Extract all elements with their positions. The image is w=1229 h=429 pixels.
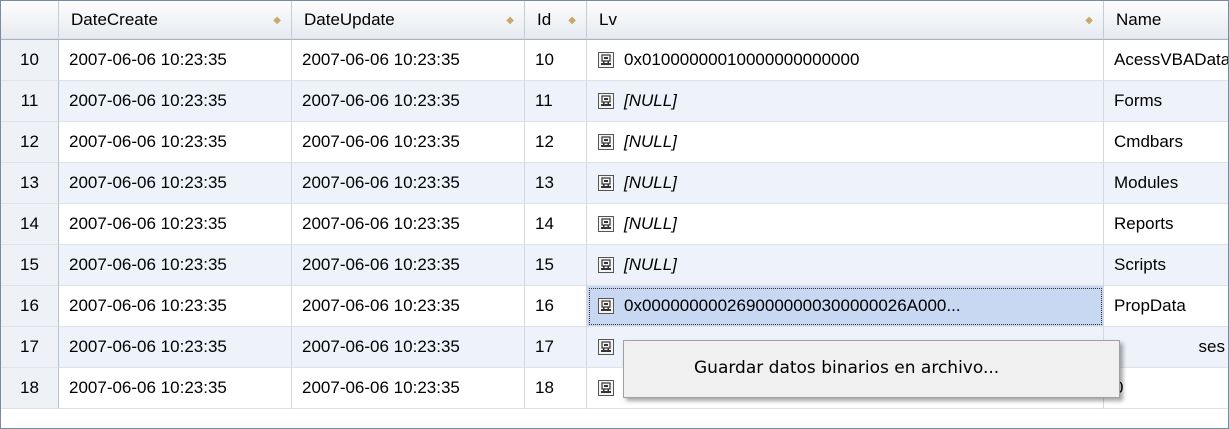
cell-name[interactable]: Scripts bbox=[1104, 245, 1228, 286]
cell-name[interactable]: Modules bbox=[1104, 163, 1228, 204]
column-header-label: Lv bbox=[599, 9, 617, 29]
cell-lv[interactable]: [NULL] bbox=[587, 245, 1104, 286]
sort-dot-icon: ◆ bbox=[506, 15, 514, 26]
cell-id[interactable]: 11 bbox=[525, 81, 587, 122]
cell-lv[interactable]: [NULL] bbox=[587, 81, 1104, 122]
cell-dateupdate[interactable]: 2007-06-06 10:23:35 bbox=[292, 368, 525, 409]
column-header-lv[interactable]: Lv ◆ bbox=[587, 1, 1104, 39]
row-number[interactable]: 10 bbox=[1, 40, 59, 81]
cell-lv[interactable]: [NULL] bbox=[587, 204, 1104, 245]
column-header-label: DateUpdate bbox=[304, 9, 395, 29]
binary-data-icon bbox=[598, 175, 614, 191]
cell-id[interactable]: 15 bbox=[525, 245, 587, 286]
cell-id[interactable]: 17 bbox=[525, 327, 587, 368]
sort-dot-icon: ◆ bbox=[273, 15, 281, 26]
cell-lv-value: 0x0000000002690000000300000026A000... bbox=[624, 296, 961, 315]
column-header-dateupdate[interactable]: DateUpdate ◆ bbox=[292, 1, 525, 39]
column-header-label: Name bbox=[1116, 9, 1162, 29]
sort-dot-icon: ◆ bbox=[568, 15, 576, 26]
header-row: DateCreate ◆ DateUpdate ◆ Id ◆ Lv ◆ Name bbox=[1, 1, 1228, 40]
cell-name[interactable]: Forms bbox=[1104, 81, 1228, 122]
cell-id[interactable]: 18 bbox=[525, 368, 587, 409]
cell-dateupdate[interactable]: 2007-06-06 10:23:35 bbox=[292, 163, 525, 204]
column-header-datecreate[interactable]: DateCreate ◆ bbox=[59, 1, 292, 39]
table-row[interactable]: 11 2007-06-06 10:23:35 2007-06-06 10:23:35… bbox=[1, 81, 1228, 122]
row-number[interactable]: 12 bbox=[1, 122, 59, 163]
cell-id[interactable]: 10 bbox=[525, 40, 587, 81]
binary-data-icon bbox=[598, 52, 614, 68]
table-row[interactable]: 12 2007-06-06 10:23:35 2007-06-06 10:23:35… bbox=[1, 122, 1228, 163]
binary-data-icon bbox=[598, 216, 614, 232]
cell-name[interactable]: PropData bbox=[1104, 286, 1228, 327]
binary-data-icon bbox=[598, 134, 614, 150]
binary-data-icon bbox=[598, 339, 614, 355]
context-menu: Guardar datos binarios en archivo... bbox=[623, 340, 1120, 398]
sort-dot-icon: ◆ bbox=[1085, 15, 1093, 26]
cell-dateupdate[interactable]: 2007-06-06 10:23:35 bbox=[292, 40, 525, 81]
cell-datecreate[interactable]: 2007-06-06 10:23:35 bbox=[59, 327, 292, 368]
cell-dateupdate[interactable]: 2007-06-06 10:23:35 bbox=[292, 204, 525, 245]
row-number[interactable]: 18 bbox=[1, 368, 59, 409]
cell-lv-value: 0x01000000010000000000000 bbox=[624, 50, 860, 69]
cell-name[interactable]: AcessVBAData bbox=[1104, 40, 1228, 81]
cell-name[interactable]: ses bbox=[1104, 327, 1228, 368]
cell-datecreate[interactable]: 2007-06-06 10:23:35 bbox=[59, 163, 292, 204]
row-number[interactable]: 11 bbox=[1, 81, 59, 122]
cell-id[interactable]: 13 bbox=[525, 163, 587, 204]
cell-dateupdate[interactable]: 2007-06-06 10:23:35 bbox=[292, 286, 525, 327]
row-number[interactable]: 13 bbox=[1, 163, 59, 204]
cell-id[interactable]: 14 bbox=[525, 204, 587, 245]
column-header-label: DateCreate bbox=[71, 9, 158, 29]
binary-data-icon bbox=[598, 257, 614, 273]
binary-data-icon bbox=[598, 298, 614, 314]
cell-lv-value: [NULL] bbox=[624, 255, 677, 274]
cell-dateupdate[interactable]: 2007-06-06 10:23:35 bbox=[292, 245, 525, 286]
table-row[interactable]: 16 2007-06-06 10:23:35 2007-06-06 10:23:35… bbox=[1, 286, 1228, 327]
column-header-label: Id bbox=[537, 9, 552, 29]
cell-datecreate[interactable]: 2007-06-06 10:23:35 bbox=[59, 81, 292, 122]
column-header-id[interactable]: Id ◆ bbox=[525, 1, 587, 39]
cell-lv[interactable]: 0x01000000010000000000000 bbox=[587, 40, 1104, 81]
cell-dateupdate[interactable]: 2007-06-06 10:23:35 bbox=[292, 327, 525, 368]
cell-datecreate[interactable]: 2007-06-06 10:23:35 bbox=[59, 368, 292, 409]
table-row[interactable]: 14 2007-06-06 10:23:35 2007-06-06 10:23:35… bbox=[1, 204, 1228, 245]
cell-lv[interactable]: [NULL] bbox=[587, 163, 1104, 204]
row-number[interactable]: 15 bbox=[1, 245, 59, 286]
cell-lv-value: [NULL] bbox=[624, 91, 677, 110]
cell-datecreate[interactable]: 2007-06-06 10:23:35 bbox=[59, 286, 292, 327]
table-row[interactable]: 13 2007-06-06 10:23:35 2007-06-06 10:23:35… bbox=[1, 163, 1228, 204]
table-row[interactable]: 15 2007-06-06 10:23:35 2007-06-06 10:23:35… bbox=[1, 245, 1228, 286]
row-number[interactable]: 17 bbox=[1, 327, 59, 368]
row-number[interactable]: 16 bbox=[1, 286, 59, 327]
header-corner[interactable] bbox=[1, 1, 59, 39]
cell-dateupdate[interactable]: 2007-06-06 10:23:35 bbox=[292, 81, 525, 122]
column-header-name[interactable]: Name bbox=[1104, 1, 1228, 39]
row-number[interactable]: 14 bbox=[1, 204, 59, 245]
cell-lv[interactable]: [NULL] bbox=[587, 122, 1104, 163]
cell-name[interactable]: 0 bbox=[1104, 368, 1228, 409]
binary-data-icon bbox=[598, 380, 614, 396]
data-grid-window: DateCreate ◆ DateUpdate ◆ Id ◆ Lv ◆ Name… bbox=[0, 0, 1229, 429]
cell-datecreate[interactable]: 2007-06-06 10:23:35 bbox=[59, 122, 292, 163]
cell-datecreate[interactable]: 2007-06-06 10:23:35 bbox=[59, 204, 292, 245]
cell-name[interactable]: Cmdbars bbox=[1104, 122, 1228, 163]
cell-datecreate[interactable]: 2007-06-06 10:23:35 bbox=[59, 245, 292, 286]
cell-name[interactable]: Reports bbox=[1104, 204, 1228, 245]
binary-data-icon bbox=[598, 93, 614, 109]
table-row[interactable]: 10 2007-06-06 10:23:35 2007-06-06 10:23:35… bbox=[1, 40, 1228, 81]
cell-id[interactable]: 16 bbox=[525, 286, 587, 327]
menu-item-save-binary[interactable]: Guardar datos binarios en archivo... bbox=[628, 345, 1115, 391]
cell-dateupdate[interactable]: 2007-06-06 10:23:35 bbox=[292, 122, 525, 163]
cell-id[interactable]: 12 bbox=[525, 122, 587, 163]
cell-lv-value: [NULL] bbox=[624, 214, 677, 233]
cell-lv-value: [NULL] bbox=[624, 173, 677, 192]
cell-lv-value: [NULL] bbox=[624, 132, 677, 151]
cell-datecreate[interactable]: 2007-06-06 10:23:35 bbox=[59, 40, 292, 81]
cell-lv[interactable]: 0x0000000002690000000300000026A000... bbox=[587, 286, 1104, 327]
